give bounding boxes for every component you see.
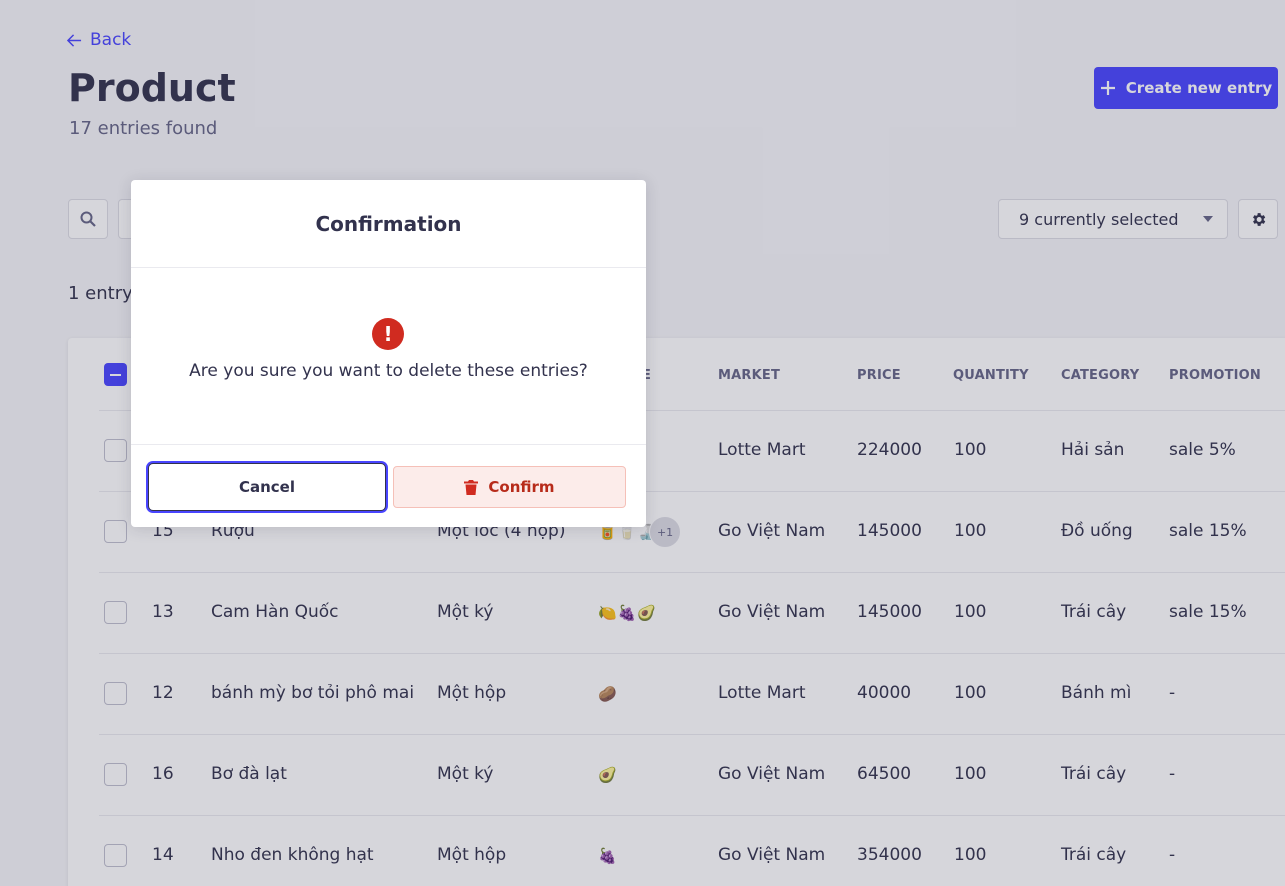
dialog-title: Confirmation	[131, 180, 646, 268]
dialog-footer: Cancel Confirm	[131, 444, 646, 527]
trash-icon	[464, 479, 479, 495]
dialog-message: Are you sure you want to delete these en…	[189, 361, 588, 381]
cancel-button[interactable]: Cancel	[148, 463, 386, 511]
warning-icon: !	[372, 318, 404, 350]
confirm-label: Confirm	[488, 478, 555, 496]
confirm-delete-button[interactable]: Confirm	[393, 466, 626, 508]
confirmation-dialog: Confirmation ! Are you sure you want to …	[131, 180, 646, 527]
cancel-label: Cancel	[238, 478, 295, 496]
